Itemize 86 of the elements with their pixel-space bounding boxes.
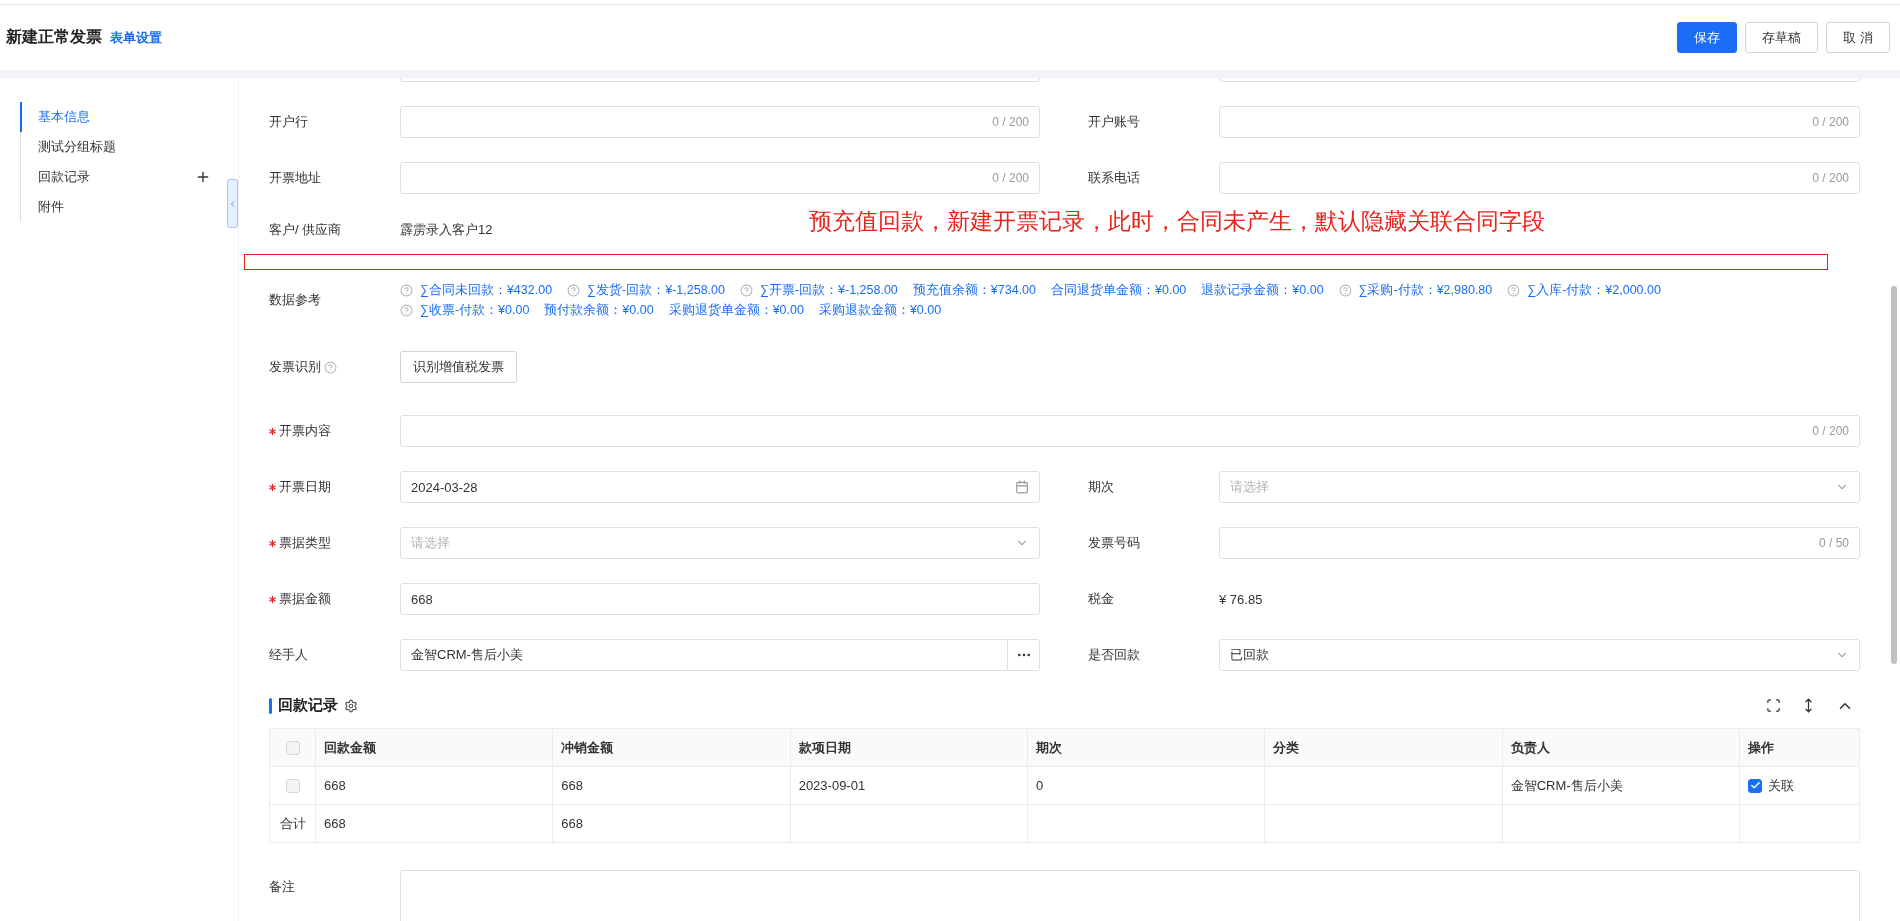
settings-icon[interactable] bbox=[344, 698, 358, 713]
recognize-button[interactable]: 识别增值税发票 bbox=[400, 351, 517, 383]
help-icon[interactable] bbox=[739, 283, 753, 297]
help-icon[interactable] bbox=[567, 283, 581, 297]
checkbox-label[interactable]: 关联 bbox=[1768, 776, 1794, 795]
table-cell: 合计 bbox=[269, 804, 316, 843]
table-cell: 2023-09-01 bbox=[790, 766, 1028, 805]
checkbox[interactable] bbox=[1748, 778, 1762, 793]
column-header: 冲销金额 bbox=[552, 728, 791, 767]
column-header: 负责人 bbox=[1502, 728, 1740, 767]
header-button[interactable]: 存草稿 bbox=[1745, 22, 1819, 53]
reference-value: ∑发货-回款：¥-1,258.00 bbox=[587, 281, 725, 299]
sidebar-item[interactable]: 测试分组标题 bbox=[20, 132, 211, 162]
field-value: 霹雳录入客户12 bbox=[400, 221, 493, 239]
column-header: 操作 bbox=[1739, 728, 1860, 767]
reference-value: ∑入库-付款：¥2,000.00 bbox=[1527, 281, 1661, 299]
check-icon bbox=[1749, 780, 1761, 791]
field-value: ¥ 76.85 bbox=[1219, 591, 1263, 607]
character-counter: 0 / 200 bbox=[992, 115, 1029, 129]
collapse-handle[interactable] bbox=[227, 179, 238, 228]
field-label: 开票内容 bbox=[279, 422, 331, 440]
help-icon[interactable] bbox=[1338, 283, 1352, 297]
add-icon[interactable] bbox=[195, 169, 211, 185]
field-label: 经手人 bbox=[269, 646, 309, 664]
fullscreen-icon[interactable] bbox=[1766, 698, 1781, 713]
field-label: 数据参考 bbox=[269, 291, 322, 309]
chevron-left-icon bbox=[228, 198, 237, 209]
select-field[interactable]: 已回款 bbox=[1219, 639, 1860, 671]
column-header: 期次 bbox=[1027, 728, 1265, 767]
help-icon[interactable] bbox=[1507, 283, 1521, 297]
scrollbar-thumb[interactable] bbox=[1891, 286, 1897, 664]
table-cell: 668 bbox=[315, 766, 553, 805]
table-cell: 金智CRM-售后小美 bbox=[1502, 766, 1740, 805]
field-label: 发票号码 bbox=[1088, 534, 1141, 552]
field-label: 票据类型 bbox=[279, 534, 331, 552]
table-cell: 668 bbox=[552, 804, 791, 843]
field-label: 发票识别 bbox=[269, 358, 321, 376]
help-icon[interactable] bbox=[324, 360, 337, 374]
page-title: 新建正常发票 bbox=[6, 27, 102, 47]
picker-field[interactable]: 金智CRM-售后小美 bbox=[400, 639, 1040, 671]
table-cell: 668 bbox=[552, 766, 791, 805]
header-button[interactable]: 取 消 bbox=[1826, 22, 1890, 53]
character-counter: 0 / 50 bbox=[1818, 536, 1849, 550]
reference-value: ∑开票-回款：¥-1,258.00 bbox=[759, 281, 898, 299]
date-field[interactable]: 2024-03-28 bbox=[400, 471, 1040, 503]
more-button[interactable] bbox=[1007, 640, 1039, 670]
field-label: 开票地址 bbox=[269, 169, 322, 187]
field-label: 是否回款 bbox=[1088, 646, 1141, 664]
field-label: 客户/ 供应商 bbox=[269, 221, 343, 239]
character-counter: 0 / 200 bbox=[1812, 424, 1849, 438]
reference-value: ∑合同未回款：¥432.00 bbox=[420, 281, 553, 299]
field-label: 备注 bbox=[269, 878, 296, 896]
reference-value: ∑收票-付款：¥0.00 bbox=[420, 301, 530, 319]
input-field[interactable]: 668 bbox=[400, 583, 1040, 615]
column-header: 分类 bbox=[1264, 728, 1503, 767]
sidebar-item[interactable]: 附件 bbox=[20, 192, 211, 222]
form-settings-link[interactable]: 表单设置 bbox=[110, 28, 162, 47]
character-counter: 0 / 200 bbox=[992, 171, 1029, 185]
character-counter: 0 / 200 bbox=[1812, 171, 1849, 185]
field-label: 期次 bbox=[1088, 478, 1115, 496]
calendar-icon bbox=[1015, 480, 1029, 494]
help-icon[interactable] bbox=[400, 303, 413, 317]
reference-value: 采购退款金额：¥0.00 bbox=[818, 301, 942, 319]
table-cell: 0 bbox=[1027, 766, 1265, 805]
field-label: 联系电话 bbox=[1088, 169, 1141, 187]
reference-value: 合同退货单金额：¥0.00 bbox=[1051, 281, 1187, 299]
character-counter: 0 / 200 bbox=[1812, 115, 1849, 129]
annotation-text: 预充值回款，新建开票记录，此时，合同未产生，默认隐藏关联合同字段 bbox=[809, 208, 1545, 236]
header-button[interactable]: 保存 bbox=[1677, 22, 1738, 53]
reference-value: ∑采购-付款：¥2,980.80 bbox=[1358, 281, 1493, 299]
help-icon[interactable] bbox=[400, 283, 413, 297]
section-title: 回款记录 bbox=[278, 696, 338, 715]
sidebar-item[interactable]: 基本信息 bbox=[20, 102, 211, 132]
table-cell: 668 bbox=[315, 804, 553, 843]
column-header: 款项日期 bbox=[790, 728, 1028, 767]
field-label: 开票日期 bbox=[279, 478, 331, 496]
reference-value: 预充值余额：¥734.00 bbox=[912, 281, 1036, 299]
reference-value: 预付款余额：¥0.00 bbox=[544, 301, 654, 319]
sidebar-item[interactable]: 回款记录 bbox=[20, 162, 211, 192]
field-label: 票据金额 bbox=[279, 590, 331, 608]
field-label: 税金 bbox=[1088, 590, 1115, 608]
column-header: 回款金额 bbox=[315, 728, 553, 767]
reference-value: 采购退货单金额：¥0.00 bbox=[668, 301, 804, 319]
reference-value: 退款记录金额：¥0.00 bbox=[1201, 281, 1324, 299]
field-label: 开户行 bbox=[269, 113, 309, 131]
field-label: 开户账号 bbox=[1088, 113, 1141, 131]
